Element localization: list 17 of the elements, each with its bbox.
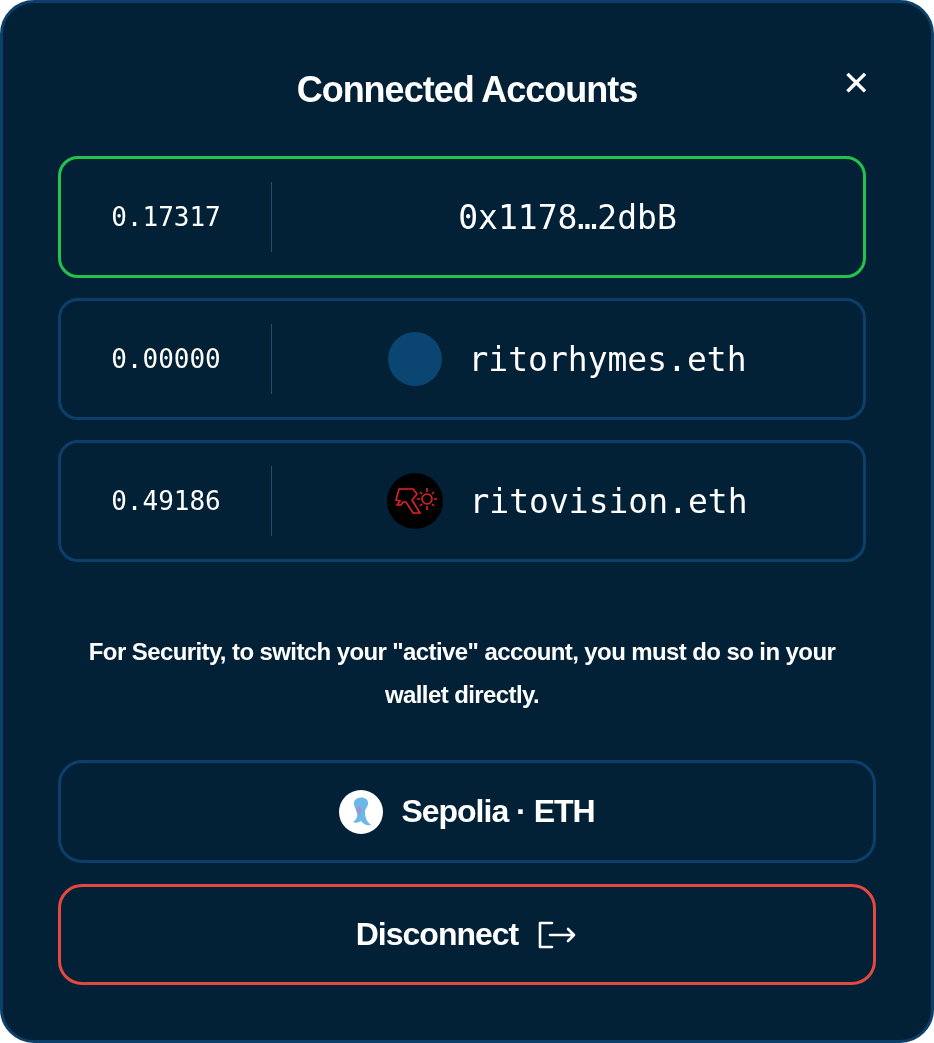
account-name: ritorhymes.eth <box>468 339 747 379</box>
account-balance: 0.49186 <box>110 486 222 516</box>
modal-title: Connected Accounts <box>296 69 638 111</box>
account-balance: 0.17317 <box>110 202 222 232</box>
dolphin-icon <box>339 789 384 834</box>
account-row[interactable]: 0.17317 0x1178…2dbB <box>58 156 866 278</box>
security-note: For Security, to switch your "active" account, you must do so in your wallet directly. <box>87 637 837 710</box>
account-name: ritovision.eth <box>469 481 748 521</box>
network-button[interactable]: Sepolia · ETH <box>58 760 876 863</box>
account-row[interactable]: 0.00000 ritorhymes.eth <box>58 298 866 420</box>
logo-icon <box>387 473 444 529</box>
account-balance: 0.00000 <box>110 344 222 374</box>
close-button[interactable]: ✕ <box>842 66 870 100</box>
disconnect-button[interactable]: Disconnect <box>58 884 876 985</box>
avatar-icon <box>388 332 443 386</box>
account-name: 0x1178…2dbB <box>458 197 677 237</box>
account-row[interactable]: 0.49186 ritovision.eth <box>58 440 866 562</box>
